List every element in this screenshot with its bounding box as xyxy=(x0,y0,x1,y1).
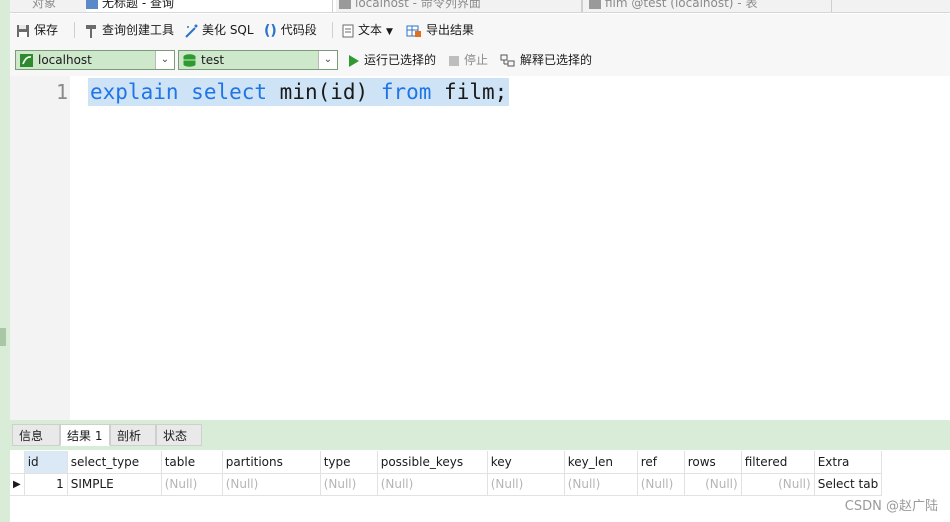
export-grid-icon xyxy=(406,25,421,37)
tab-status[interactable]: 状态 xyxy=(156,424,202,446)
table-cell[interactable]: (Null) xyxy=(564,473,638,496)
run-selected-button[interactable]: 运行已选择的 xyxy=(348,51,436,69)
keyword-token: select xyxy=(191,80,268,104)
column-header[interactable]: partitions xyxy=(222,451,321,474)
line-number-gutter: 1 xyxy=(10,76,70,420)
column-header[interactable]: type xyxy=(320,451,378,474)
console-tab-icon xyxy=(339,0,351,9)
stop-icon xyxy=(449,55,459,66)
column-header[interactable]: id xyxy=(24,451,68,474)
table-cell[interactable]: 1 xyxy=(24,473,68,496)
table-cell[interactable]: (Null) xyxy=(377,473,488,496)
column-header[interactable]: filtered xyxy=(741,451,815,474)
sql-editor[interactable]: 1 explain select min(id) from film; xyxy=(10,76,950,420)
code-snippet-button[interactable]: () 代码段 xyxy=(264,21,317,39)
toolbar-divider xyxy=(74,22,75,38)
hammer-icon xyxy=(86,24,96,38)
grid-header-row: id select_type table partitions type pos… xyxy=(10,451,883,474)
document-tab-strip: 对象 无标题 - 查询 localhost - 命令列界面 film @test… xyxy=(10,0,950,13)
table-cell[interactable]: SIMPLE xyxy=(67,473,162,496)
text-token: min(id) xyxy=(267,80,381,104)
column-header[interactable]: table xyxy=(161,451,223,474)
query-tab-icon xyxy=(86,0,98,9)
table-cell[interactable]: (Null) xyxy=(222,473,321,496)
column-header[interactable]: Extra xyxy=(814,451,883,474)
tab-objects[interactable]: 对象 xyxy=(32,0,56,12)
keyword-token: explain xyxy=(90,80,179,104)
table-cell[interactable]: (Null) xyxy=(741,473,815,496)
table-cell[interactable]: Select tab xyxy=(814,473,883,496)
database-select[interactable]: test ⌄ xyxy=(178,50,338,70)
query-toolbar: 保存 查询创建工具 美化 SQL () 代码段 文本 ▼ 导出结果 xyxy=(10,14,950,46)
explain-icon xyxy=(500,54,515,66)
stop-button[interactable]: 停止 xyxy=(448,51,488,69)
query-builder-button[interactable]: 查询创建工具 xyxy=(84,21,174,39)
left-panel-edge xyxy=(0,0,10,522)
mysql-connection-icon xyxy=(20,54,33,67)
play-icon xyxy=(349,54,359,67)
sql-statement-line[interactable]: explain select min(id) from film; xyxy=(88,78,510,106)
text-mode-dropdown[interactable]: 文本 ▼ xyxy=(342,21,393,39)
table-tab-icon xyxy=(589,0,601,9)
tab-untitled-query[interactable]: 无标题 - 查询 xyxy=(86,0,336,12)
export-results-button[interactable]: 导出结果 xyxy=(406,21,474,39)
column-header[interactable]: ref xyxy=(637,451,685,474)
table-cell[interactable]: (Null) xyxy=(487,473,565,496)
magic-wand-icon xyxy=(185,24,198,38)
tab-cli[interactable]: localhost - 命令列界面 xyxy=(332,0,582,12)
column-header[interactable]: select_type xyxy=(67,451,162,474)
chevron-down-icon: ⌄ xyxy=(155,51,174,69)
tab-profile[interactable]: 剖析 xyxy=(110,424,156,446)
save-button[interactable]: 保存 xyxy=(16,21,58,39)
connection-toolbar: localhost ⌄ test ⌄ 运行已选择的 停止 解释已选择的 xyxy=(10,46,950,76)
table-cell[interactable]: (Null) xyxy=(637,473,685,496)
database-icon xyxy=(183,54,196,67)
document-icon xyxy=(342,24,354,37)
column-header[interactable]: rows xyxy=(684,451,742,474)
table-cell[interactable]: (Null) xyxy=(161,473,223,496)
column-header[interactable]: possible_keys xyxy=(377,451,488,474)
table-cell[interactable]: (Null) xyxy=(684,473,742,496)
keyword-token: from xyxy=(380,80,432,104)
connection-select[interactable]: localhost ⌄ xyxy=(15,50,175,70)
toolbar-divider xyxy=(332,22,333,38)
tab-info[interactable]: 信息 xyxy=(12,424,60,446)
tab-result-1[interactable]: 结果 1 xyxy=(60,424,110,446)
beautify-sql-button[interactable]: 美化 SQL xyxy=(184,21,254,39)
splitter-handle[interactable] xyxy=(0,328,6,346)
table-cell[interactable]: (Null) xyxy=(320,473,378,496)
result-grid: id select_type table partitions type pos… xyxy=(10,451,950,522)
current-row-marker-icon: ▶ xyxy=(10,473,25,496)
explain-selected-button[interactable]: 解释已选择的 xyxy=(500,51,592,69)
row-header-corner xyxy=(10,451,25,474)
result-tab-strip: 信息 结果 1 剖析 状态 xyxy=(10,420,950,450)
column-header[interactable]: key_len xyxy=(564,451,638,474)
watermark: CSDN @赵广陆 xyxy=(844,499,938,514)
tab-film-table[interactable]: film @test (localhost) - 表 xyxy=(582,0,832,12)
result-table: id select_type table partitions type pos… xyxy=(10,451,883,496)
line-number: 1 xyxy=(55,80,68,104)
text-token: film; xyxy=(431,80,508,104)
save-icon xyxy=(17,24,29,37)
column-header[interactable]: key xyxy=(487,451,565,474)
table-row[interactable]: ▶ 1 SIMPLE (Null) (Null) (Null) (Null) (… xyxy=(10,473,883,496)
chevron-down-icon: ▼ xyxy=(386,27,393,37)
parentheses-icon: () xyxy=(264,22,277,39)
chevron-down-icon: ⌄ xyxy=(318,51,337,69)
